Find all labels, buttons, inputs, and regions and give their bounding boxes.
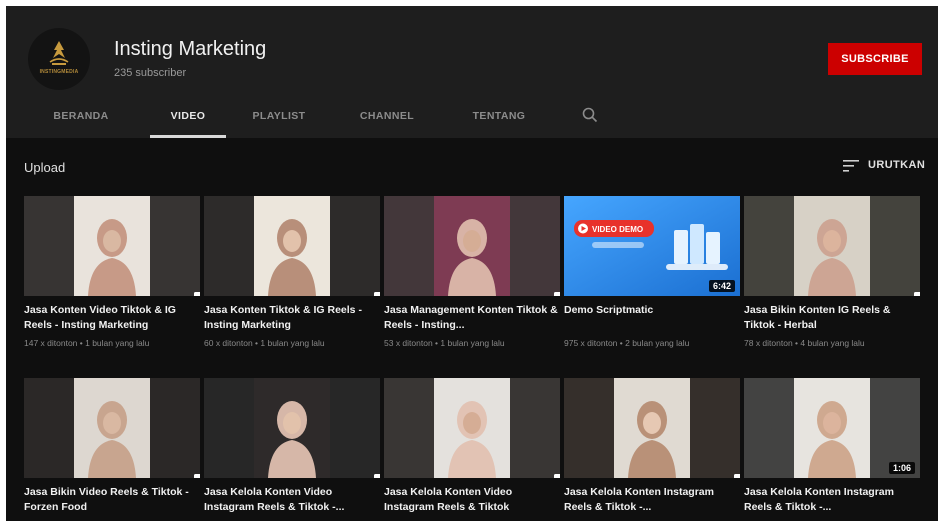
video-thumbnail-art bbox=[24, 196, 200, 296]
video-title[interactable]: Jasa Kelola Konten Instagram Reels & Tik… bbox=[744, 485, 920, 515]
logo-wordmark: INSTINGMEDIA bbox=[39, 69, 79, 75]
video-meta: 975 x ditonton • 2 bulan yang lalu bbox=[564, 338, 690, 348]
video-thumbnail-art bbox=[384, 378, 560, 478]
search-icon[interactable] bbox=[581, 106, 599, 124]
subscriber-count: 235 subscriber bbox=[114, 67, 187, 79]
video-card[interactable]: 1:06 Jasa Kelola Konten Instagram Reels &… bbox=[744, 378, 920, 520]
sort-button[interactable]: URUTKAN bbox=[868, 159, 925, 171]
tab-video[interactable]: VIDEO bbox=[150, 104, 226, 138]
video-title[interactable]: Jasa Konten Tiktok & IG Reels - Insting … bbox=[204, 303, 380, 333]
section-title: Upload bbox=[24, 160, 66, 175]
tab-playlist[interactable]: PLAYLIST bbox=[242, 104, 316, 138]
subscribe-button[interactable]: SUBSCRIBE bbox=[828, 43, 922, 75]
video-thumbnail[interactable] bbox=[24, 196, 200, 296]
logo-icon bbox=[49, 41, 69, 65]
video-title[interactable]: Jasa Kelola Konten Instagram Reels & Tik… bbox=[564, 485, 740, 515]
video-thumbnail[interactable] bbox=[744, 196, 920, 296]
video-thumbnail-art bbox=[564, 378, 740, 478]
video-title[interactable]: Demo Scriptmatic bbox=[564, 303, 740, 333]
tab-channel[interactable]: CHANNEL bbox=[350, 104, 424, 138]
video-thumbnail[interactable] bbox=[204, 378, 380, 478]
tab-beranda[interactable]: BERANDA bbox=[46, 104, 116, 138]
video-title[interactable]: Jasa Management Konten Tiktok & Reels - … bbox=[384, 303, 560, 333]
video-card[interactable]: Jasa Bikin Video Reels & Tiktok - Forzen… bbox=[24, 378, 200, 520]
video-thumbnail-art bbox=[204, 378, 380, 478]
video-card[interactable]: Jasa Kelola Konten Video Instagram Reels… bbox=[384, 378, 560, 520]
video-thumbnail[interactable] bbox=[384, 196, 560, 296]
video-duration: 6:42 bbox=[708, 280, 735, 292]
video-card[interactable]: VIDEO DEMO 6:42 Demo Scriptmatic 975 x dit… bbox=[564, 196, 740, 348]
channel-header: INSTINGMEDIA Insting Marketing 235 subsc… bbox=[6, 6, 938, 138]
tab-tentang[interactable]: TENTANG bbox=[462, 104, 536, 138]
video-card[interactable]: Jasa Kelola Konten Instagram Reels & Tik… bbox=[564, 378, 740, 520]
video-thumbnail[interactable] bbox=[384, 378, 560, 478]
video-thumbnail[interactable] bbox=[204, 196, 380, 296]
channel-name[interactable]: Insting Marketing bbox=[114, 38, 266, 61]
video-duration: 1:06 bbox=[888, 462, 915, 474]
video-thumbnail-art bbox=[204, 196, 380, 296]
video-thumbnail-art bbox=[744, 196, 920, 296]
video-thumbnail[interactable] bbox=[564, 378, 740, 478]
video-card[interactable]: Jasa Management Konten Tiktok & Reels - … bbox=[384, 196, 560, 348]
channel-avatar[interactable]: INSTINGMEDIA bbox=[28, 28, 90, 90]
video-title[interactable]: Jasa Bikin Konten IG Reels & Tiktok - He… bbox=[744, 303, 920, 333]
video-card[interactable]: Jasa Kelola Konten Video Instagram Reels… bbox=[204, 378, 380, 520]
video-title[interactable]: Jasa Konten Video Tiktok & IG Reels - In… bbox=[24, 303, 200, 333]
video-meta: 147 x ditonton • 1 bulan yang lalu bbox=[24, 338, 150, 348]
video-thumbnail-art bbox=[24, 378, 200, 478]
video-title[interactable]: Jasa Kelola Konten Video Instagram Reels… bbox=[384, 485, 560, 515]
video-meta: 78 x ditonton • 4 bulan yang lalu bbox=[744, 338, 865, 348]
video-thumbnail[interactable]: VIDEO DEMO 6:42 bbox=[564, 196, 740, 296]
sort-icon[interactable] bbox=[842, 158, 860, 174]
video-card[interactable]: Jasa Konten Video Tiktok & IG Reels - In… bbox=[24, 196, 200, 348]
video-thumbnail[interactable] bbox=[24, 378, 200, 478]
video-title[interactable]: Jasa Bikin Video Reels & Tiktok - Forzen… bbox=[24, 485, 200, 515]
svg-text:VIDEO DEMO: VIDEO DEMO bbox=[592, 225, 643, 234]
video-thumbnail-art bbox=[384, 196, 560, 296]
video-card[interactable]: Jasa Bikin Konten IG Reels & Tiktok - He… bbox=[744, 196, 920, 348]
video-title[interactable]: Jasa Kelola Konten Video Instagram Reels… bbox=[204, 485, 380, 515]
channel-page: INSTINGMEDIA Insting Marketing 235 subsc… bbox=[6, 6, 938, 521]
video-card[interactable]: Jasa Konten Tiktok & IG Reels - Insting … bbox=[204, 196, 380, 348]
video-meta: 60 x ditonton • 1 bulan yang lalu bbox=[204, 338, 325, 348]
video-thumbnail[interactable]: 1:06 bbox=[744, 378, 920, 478]
video-meta: 53 x ditonton • 1 bulan yang lalu bbox=[384, 338, 505, 348]
